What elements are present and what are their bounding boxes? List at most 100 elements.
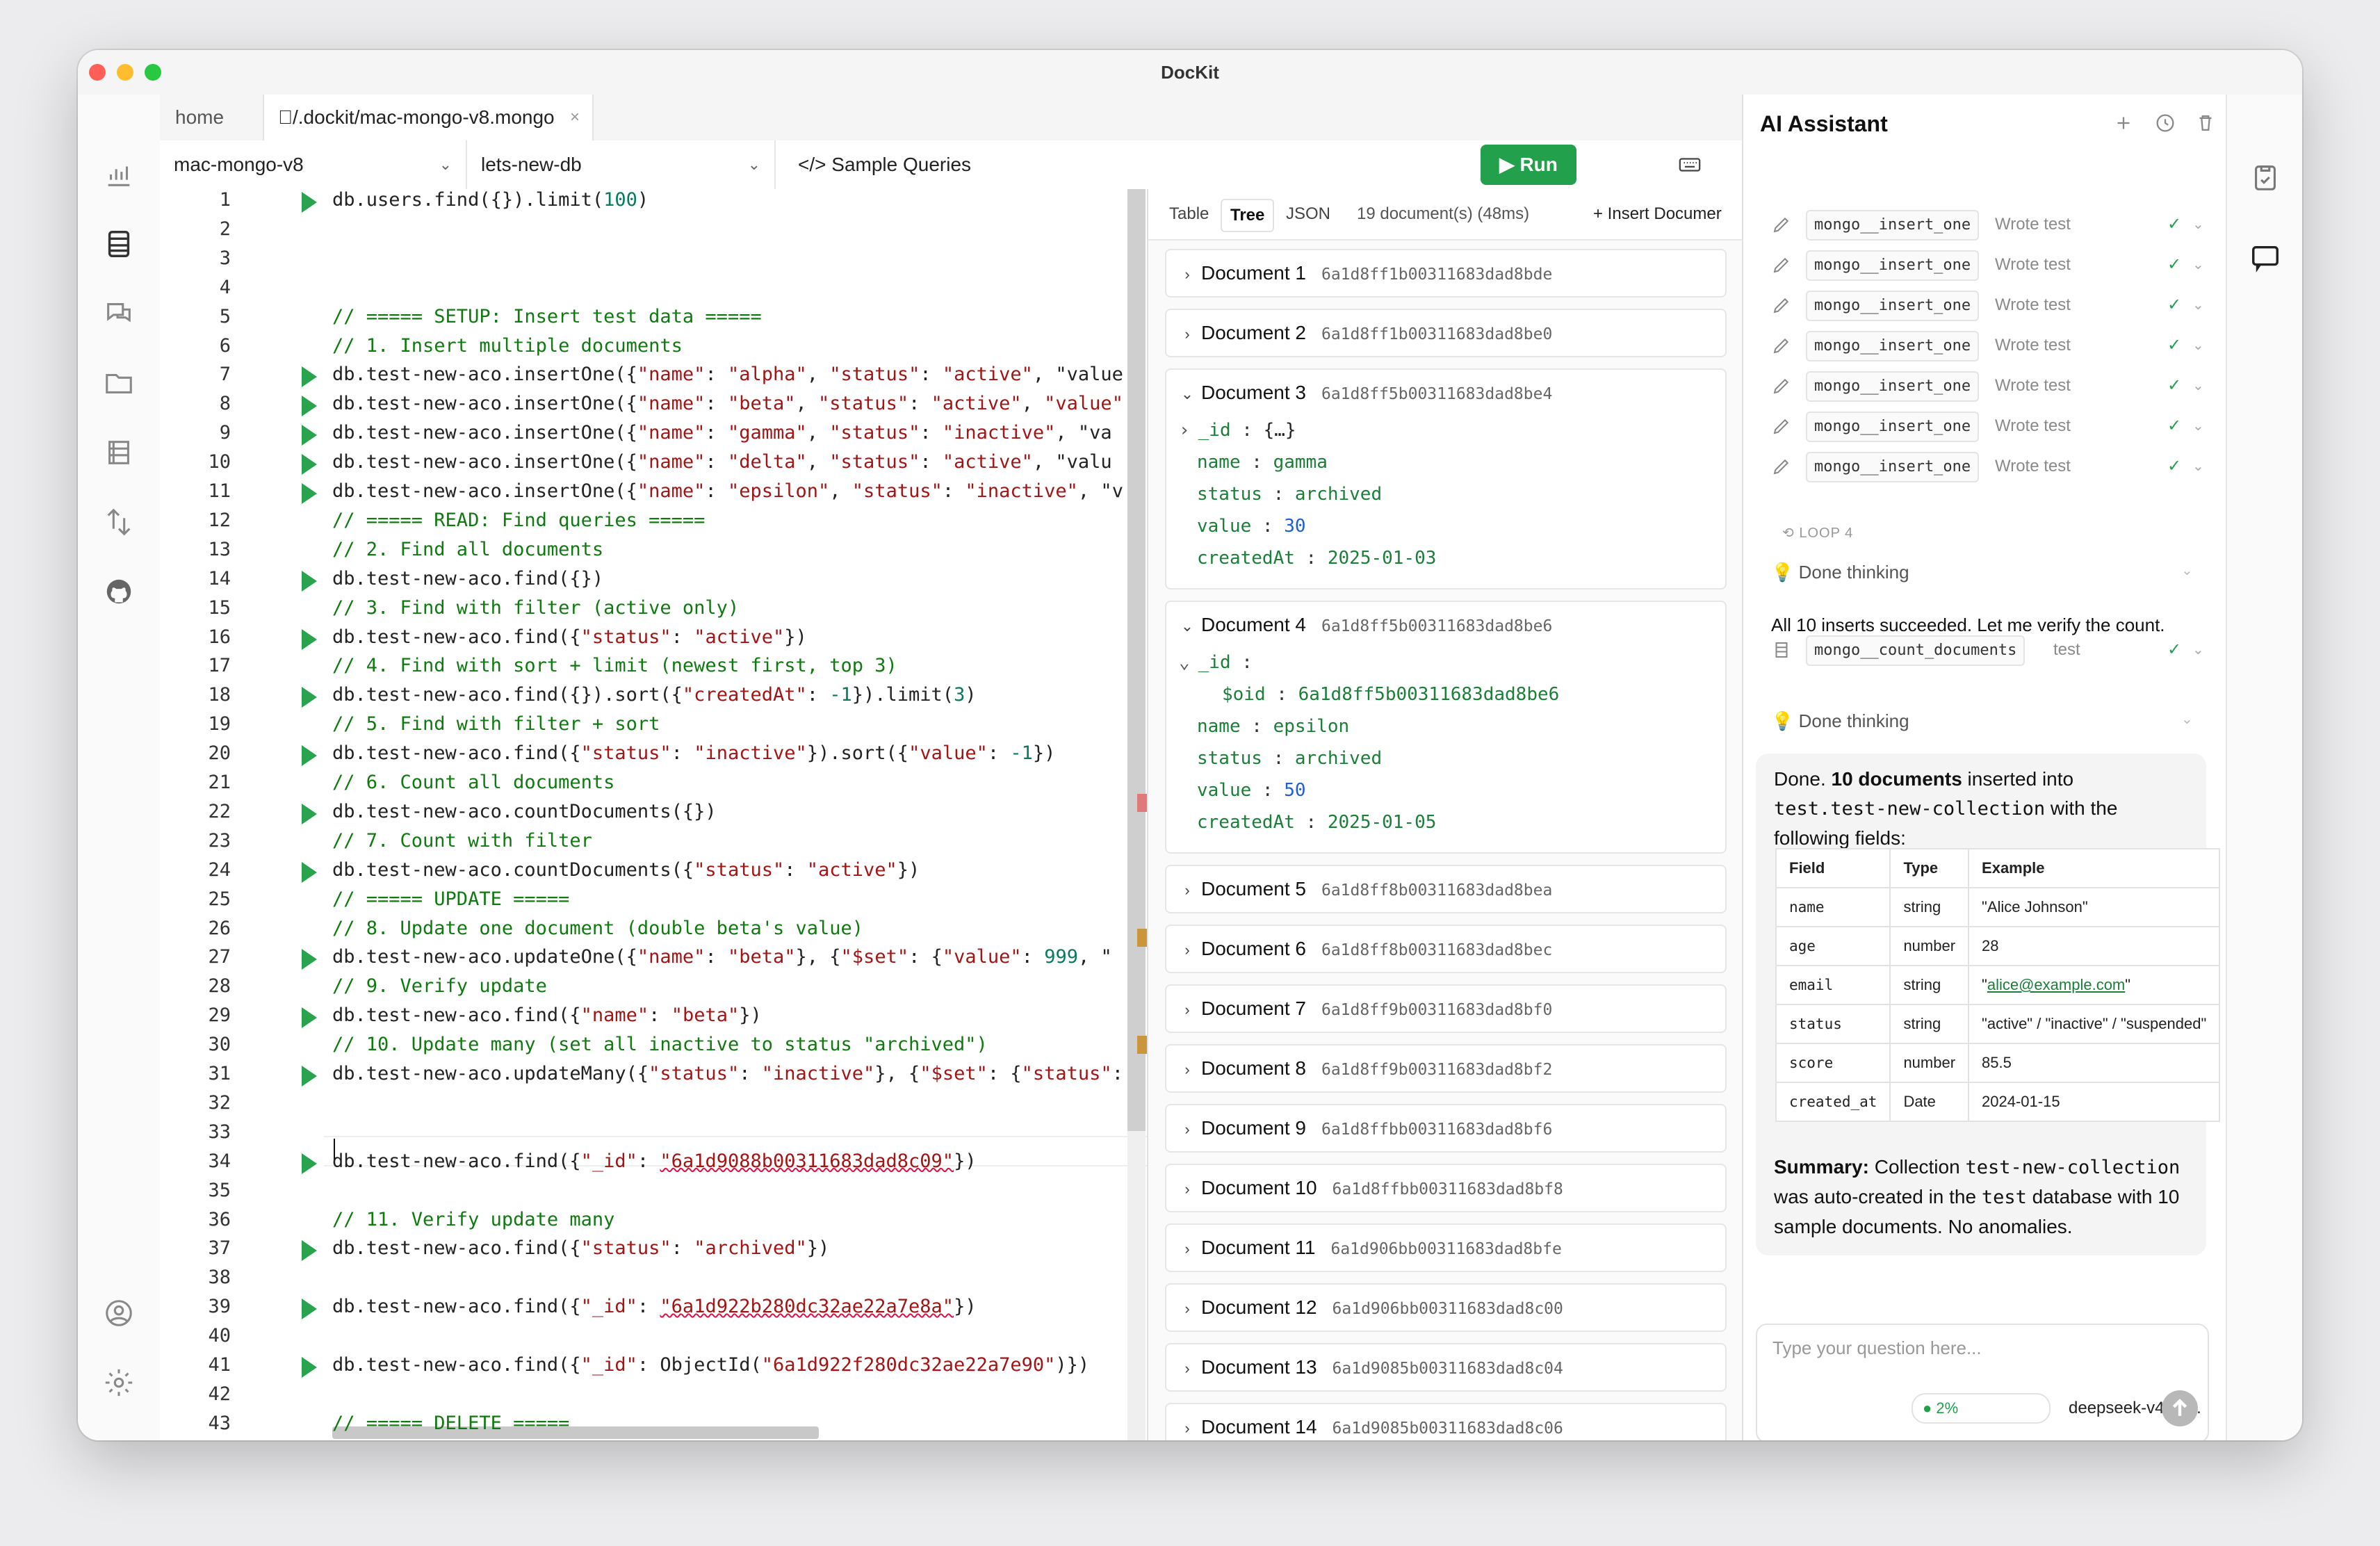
document-node[interactable]: › Document 1 6a1d8ff1b00311683dad8bde — [1165, 249, 1727, 298]
settings-gear-icon[interactable] — [100, 1364, 138, 1401]
chevron-down-icon[interactable]: ⌄ — [2192, 370, 2204, 402]
run-line-button[interactable] — [302, 1240, 317, 1262]
code-line[interactable]: // ===== UPDATE ===== — [332, 888, 569, 910]
chevron-right-icon[interactable]: › — [1173, 1107, 1201, 1153]
document-header[interactable]: › Document 1 6a1d8ff1b00311683dad8bde — [1166, 250, 1552, 296]
nav-github-icon[interactable] — [100, 573, 138, 610]
sample-queries-button[interactable]: </> Sample Queries — [798, 140, 971, 189]
code-line[interactable]: db.test-new-aco.find({"_id": ObjectId("6… — [332, 1354, 1089, 1376]
code-line[interactable]: // 11. Verify update many — [332, 1209, 614, 1230]
chevron-right-icon[interactable]: › — [1173, 1346, 1201, 1392]
document-node[interactable]: › Document 13 6a1d9085b00311683dad8c04 — [1165, 1343, 1727, 1392]
tool-call-insert-one[interactable]: mongo__insert_one Wrote test ✓ ⌄ — [1771, 410, 2216, 442]
document-node[interactable]: › Document 9 6a1d8ffbb00311683dad8bf6 — [1165, 1104, 1727, 1153]
chevron-down-icon[interactable]: ⌄ — [2192, 450, 2204, 482]
run-line-button[interactable] — [302, 396, 317, 417]
code-line[interactable]: db.test-new-aco.find({}) — [332, 568, 603, 589]
code-line[interactable]: // 2. Find all documents — [332, 539, 603, 560]
code-line[interactable]: // ===== SETUP: Insert test data ===== — [332, 306, 762, 327]
code-line[interactable]: // 1. Insert multiple documents — [332, 335, 683, 357]
send-button[interactable] — [2162, 1390, 2198, 1426]
tab-tree-view[interactable]: Tree — [1221, 199, 1275, 232]
chevron-right-icon[interactable]: › — [1173, 1166, 1201, 1212]
code-line[interactable]: // 4. Find with sort + limit (newest fir… — [332, 655, 897, 676]
chevron-right-icon[interactable]: › — [1173, 987, 1201, 1033]
run-line-button[interactable] — [302, 687, 317, 708]
editor-scrollbar-thumb[interactable] — [1127, 189, 1146, 1131]
chevron-down-icon[interactable]: ⌄ — [1173, 371, 1201, 417]
keyboard-icon[interactable] — [1678, 153, 1702, 177]
chevron-right-icon[interactable]: › — [1173, 252, 1201, 298]
code-line[interactable]: db.test-new-aco.find({"status": "active"… — [332, 626, 807, 648]
document-header[interactable]: ⌄ Document 3 6a1d8ff5b00311683dad8be4 — [1166, 370, 1553, 417]
run-line-button[interactable] — [302, 628, 317, 650]
code-line[interactable]: db.test-new-aco.updateOne({"name": "beta… — [332, 946, 1112, 968]
chevron-down-icon[interactable]: ⌄ — [2192, 209, 2204, 241]
chevron-right-icon[interactable]: › — [1173, 311, 1201, 357]
document-header[interactable]: › Document 13 6a1d9085b00311683dad8c04 — [1166, 1344, 1563, 1390]
document-header[interactable]: › Document 7 6a1d8ff9b00311683dad8bf0 — [1166, 986, 1552, 1032]
tab-home[interactable]: home — [175, 95, 224, 140]
document-node[interactable]: › Document 7 6a1d8ff9b00311683dad8bf0 — [1165, 984, 1727, 1033]
code-line[interactable]: // 9. Verify update — [332, 975, 547, 997]
chevron-right-icon[interactable]: › — [1173, 1226, 1201, 1272]
thinking-toggle[interactable]: 💡 Done thinking — [1771, 562, 1909, 583]
nav-chart-icon[interactable] — [100, 156, 138, 193]
run-line-button[interactable] — [302, 366, 317, 388]
chevron-right-icon[interactable]: › — [1173, 1406, 1201, 1440]
nav-editor-icon[interactable] — [100, 225, 138, 263]
tab-json-view[interactable]: JSON — [1278, 199, 1339, 229]
code-line[interactable]: db.test-new-aco.countDocuments({}) — [332, 801, 717, 822]
chevron-right-icon[interactable]: › — [1173, 868, 1201, 913]
code-line[interactable]: db.test-new-aco.updateMany({"status": "i… — [332, 1063, 1123, 1084]
code-line[interactable]: // 10. Update many (set all inactive to … — [332, 1034, 988, 1055]
code-line[interactable]: // 7. Count with filter — [332, 830, 592, 852]
code-line[interactable]: db.test-new-aco.find({"_id": "6a1d9088b0… — [332, 1150, 977, 1172]
code-line[interactable]: db.test-new-aco.find({}).sort({"createdA… — [332, 684, 977, 706]
document-header[interactable]: › Document 8 6a1d8ff9b00311683dad8bf2 — [1166, 1045, 1552, 1091]
run-line-button[interactable] — [302, 803, 317, 824]
document-header[interactable]: › Document 6 6a1d8ff8b00311683dad8bec — [1166, 926, 1552, 972]
document-node[interactable]: › Document 14 6a1d9085b00311683dad8c06 — [1165, 1403, 1727, 1440]
tool-call-insert-one[interactable]: mongo__insert_one Wrote test ✓ ⌄ — [1771, 370, 2216, 402]
chat-input-box[interactable]: Type your question here... ● 2% deepseek… — [1756, 1324, 2209, 1440]
code-line[interactable]: db.test-new-aco.find({"_id": "6a1d922b28… — [332, 1296, 977, 1317]
run-line-button[interactable] — [302, 949, 317, 970]
tool-call-count-documents[interactable]: mongo__count_documents test ✓ ⌄ — [1771, 634, 2216, 666]
nav-chat-icon[interactable] — [100, 295, 138, 332]
code-line[interactable]: db.test-new-aco.find({"name": "beta"}) — [332, 1004, 762, 1026]
run-line-button[interactable] — [302, 1007, 317, 1029]
nav-database-icon[interactable] — [100, 434, 138, 471]
document-header[interactable]: › Document 10 6a1d8ffbb00311683dad8bf8 — [1166, 1165, 1563, 1211]
code-line[interactable]: db.users.find({}).limit(100) — [332, 189, 649, 211]
document-header[interactable]: › Document 12 6a1d906bb00311683dad8c00 — [1166, 1285, 1563, 1331]
run-button[interactable]: ▶ Run — [1481, 145, 1576, 185]
chevron-down-icon[interactable]: ⌄ — [2192, 634, 2204, 666]
tool-call-insert-one[interactable]: mongo__insert_one Wrote test ✓ ⌄ — [1771, 249, 2216, 281]
document-node[interactable]: › Document 6 6a1d8ff8b00311683dad8bec — [1165, 925, 1727, 973]
code-line[interactable]: // 3. Find with filter (active only) — [332, 597, 739, 619]
run-line-button[interactable] — [302, 1299, 317, 1320]
ai-chat-icon[interactable] — [2247, 239, 2284, 277]
chevron-right-icon[interactable]: › — [1173, 1047, 1201, 1093]
trash-icon[interactable] — [2194, 111, 2217, 135]
clipboard-check-icon[interactable] — [2247, 158, 2284, 196]
run-line-button[interactable] — [302, 192, 317, 213]
email-link[interactable]: alice@example.com — [1987, 976, 2125, 993]
run-line-button[interactable] — [302, 861, 317, 883]
document-header[interactable]: ⌄ Document 4 6a1d8ff5b00311683dad8be6 — [1166, 602, 1553, 649]
run-line-button[interactable] — [302, 454, 317, 475]
chevron-down-icon[interactable]: ⌄ — [2181, 710, 2193, 728]
chevron-down-icon[interactable]: ⌄ — [2192, 329, 2204, 361]
tab-mongo-file[interactable]: /.dockit/mac-mongo-v8.mongo × — [263, 95, 594, 142]
run-line-button[interactable] — [302, 570, 317, 592]
code-line[interactable]: db.test-new-aco.find({"status": "inactiv… — [332, 742, 1055, 764]
code-line[interactable]: // ===== READ: Find queries ===== — [332, 510, 705, 531]
run-line-button[interactable] — [302, 425, 317, 446]
history-clock-icon[interactable] — [2153, 111, 2177, 135]
document-node[interactable]: › Document 11 6a1d906bb00311683dad8bfe — [1165, 1223, 1727, 1272]
thinking-toggle[interactable]: 💡 Done thinking — [1771, 710, 1909, 732]
chevron-down-icon[interactable]: ⌄ — [1173, 603, 1201, 649]
chevron-down-icon[interactable]: ⌄ — [2181, 562, 2193, 579]
document-header[interactable]: › Document 11 6a1d906bb00311683dad8bfe — [1166, 1225, 1561, 1272]
